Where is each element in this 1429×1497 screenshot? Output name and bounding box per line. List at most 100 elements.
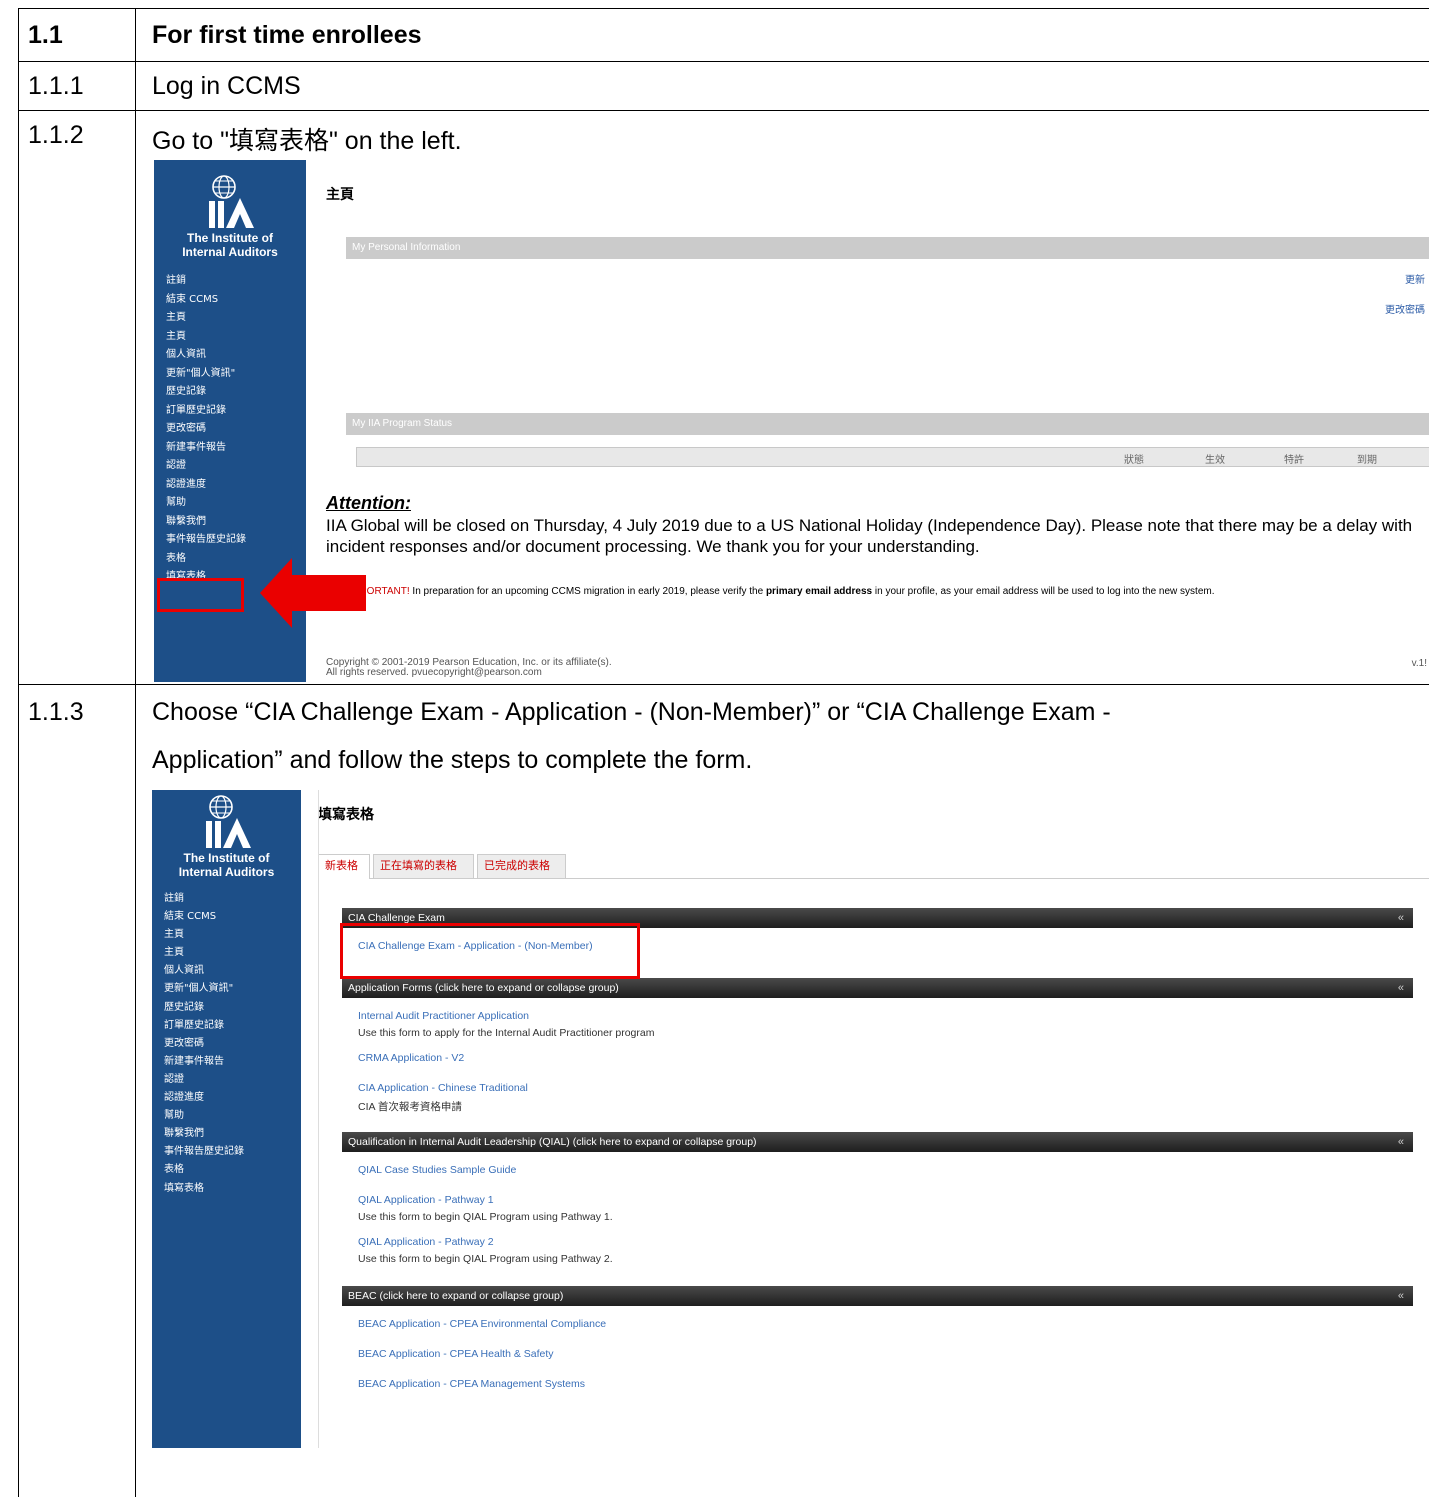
tab-new-forms[interactable]: 新表格 [318,854,370,879]
row-number: 1.1 [28,21,63,49]
personal-info-bar: My Personal Information [346,237,1429,259]
row-text: Choose “CIA Challenge Exam - Application… [152,698,1111,726]
sidebar-item[interactable]: 聯繫我們 [166,513,300,532]
collapse-chevron-icon[interactable]: « [1398,978,1404,998]
change-password-link[interactable]: 更改密碼 [1385,301,1425,316]
group-header[interactable]: BEAC (click here to expand or collapse g… [342,1286,1413,1306]
sidebar-section-header: 表格 [164,1164,184,1176]
logo-line2: Internal Auditors [182,245,278,259]
tab-bar: 新表格 正在填寫的表格 已完成的表格 [318,854,718,879]
iia-logo: The Institute of Internal Auditors [154,174,306,258]
table-border-row2 [18,110,1429,111]
form-link[interactable]: CRMA Application - V2 [358,1052,464,1064]
copyright: Copyright © 2001-2019 Pearson Education,… [326,657,612,678]
sidebar-item[interactable]: 認證進度 [166,476,300,495]
iia-logo: The Institute of Internal Auditors [152,794,301,878]
group-header[interactable]: Application Forms (click here to expand … [342,978,1413,998]
main-content: 主頁 My Personal Information 更新 更改密碼 My II… [306,160,1429,682]
group-header[interactable]: Qualification in Internal Audit Leadersh… [342,1132,1413,1152]
sidebar-item[interactable]: 事件報告歷史記錄 [166,531,300,550]
attention-body: IIA Global will be closed on Thursday, 4… [326,516,1413,556]
screenshot-home: The Institute of Internal Auditors 註銷結束 … [154,160,1429,682]
collapse-chevron-icon[interactable]: « [1398,908,1404,928]
sidebar-item[interactable]: 聯繫我們 [164,1125,295,1143]
sidebar-item[interactable]: 更改密碼 [166,420,300,439]
sidebar-item[interactable]: 事件報告歷史記錄 [164,1143,295,1161]
sidebar-item[interactable]: 更新"個人資訊" [164,980,295,998]
row-text: Application” and follow the steps to com… [152,746,753,774]
attention-title: Attention: [326,493,411,513]
sidebar-item[interactable]: 認證進度 [164,1089,295,1107]
sidebar-item[interactable]: 填寫表格 [164,1180,295,1198]
group-title: Qualification in Internal Audit Leadersh… [348,1136,757,1148]
form-link[interactable]: BEAC Application - CPEA Management Syste… [358,1378,585,1390]
table-border-mid [135,8,136,1497]
sidebar-section-header: 認證 [164,1073,184,1085]
row-number: 1.1.3 [28,698,84,726]
version-label: v.1! [1411,658,1427,669]
sidebar-item[interactable]: 個人資訊 [164,962,295,980]
sidebar-section-header: 註銷 [164,893,184,904]
row-number: 1.1.2 [28,121,84,149]
table-border-row3 [18,684,1429,685]
sidebar-item[interactable]: 個人資訊 [166,346,300,365]
update-profile-link[interactable]: 更新 [1405,271,1425,286]
sidebar-item[interactable]: 訂單歷史記錄 [164,1017,295,1035]
row-text: Go to "填寫表格" on the left. [152,127,462,155]
status-col: 特許 [1284,455,1304,466]
main-content: 填寫表格 新表格 正在填寫的表格 已完成的表格 CIA Challenge Ex… [301,790,1429,1448]
form-link[interactable]: BEAC Application - CPEA Health & Safety [358,1348,554,1360]
form-link[interactable]: CIA Application - Chinese Traditional [358,1082,528,1094]
table-border-row1 [18,61,1429,62]
sidebar-menu: 註銷 結束 CCMS 主頁 主頁 個人資訊 更新"個人資訊" 歷史記錄 訂單歷史記錄 更改密碼新… [166,272,300,587]
form-description: Use this form to begin QIAL Program usin… [358,1211,613,1223]
sidebar-item[interactable]: 結束 CCMS [166,291,300,310]
panel-divider [318,790,319,1448]
status-header: 狀態 生效 特許 到期 [356,447,1429,467]
status-col: 到期 [1357,455,1377,466]
group-title: Application Forms (click here to expand … [348,982,619,994]
screenshot-forms: The Institute of Internal Auditors 註銷結束 … [152,790,1429,1448]
form-link[interactable]: QIAL Case Studies Sample Guide [358,1164,516,1176]
sidebar-item[interactable]: 新建事件報告 [166,439,300,458]
program-status-bar: My IIA Program Status [346,413,1429,435]
sidebar-item[interactable]: 新建事件報告 [164,1053,295,1071]
sidebar: The Institute of Internal Auditors 註銷結束 … [152,790,301,1448]
form-link[interactable]: QIAL Application - Pathway 2 [358,1236,494,1248]
row-heading: For first time enrollees [152,21,422,49]
tab-completed[interactable]: 已完成的表格 [477,854,566,879]
iia-globe-icon [205,795,251,848]
group-title: BEAC (click here to expand or collapse g… [348,1290,564,1302]
red-arrow-icon [260,558,366,628]
page-title: 主頁 [326,187,354,203]
sidebar-item[interactable]: 歷史記錄 [164,999,295,1017]
sidebar-item[interactable]: 訂單歷史記錄 [166,402,300,421]
logo-line1: The Institute of [187,231,273,245]
form-description: Use this form to begin QIAL Program usin… [358,1253,613,1265]
sidebar-item[interactable]: 更新"個人資訊" [166,365,300,384]
sidebar-section-header: 主頁 [166,312,186,323]
highlight-box [157,578,244,612]
table-border-left [18,8,19,1497]
highlight-box [340,923,640,979]
collapse-chevron-icon[interactable]: « [1398,1132,1404,1152]
page-title: 填寫表格 [318,807,374,823]
sidebar-section-header: 幫助 [166,497,186,508]
tab-in-progress[interactable]: 正在填寫的表格 [373,854,474,879]
form-link[interactable]: BEAC Application - CPEA Environmental Co… [358,1318,606,1330]
sidebar-item[interactable]: 主頁 [164,944,295,962]
sidebar-item[interactable]: 主頁 [166,328,300,347]
sidebar-section-header: 認證 [166,460,186,471]
sidebar-item[interactable]: 歷史記錄 [166,383,300,402]
form-link[interactable]: QIAL Application - Pathway 1 [358,1194,494,1206]
form-link[interactable]: Internal Audit Practitioner Application [358,1010,529,1022]
row-text: Log in CCMS [152,72,301,100]
sidebar-section-header: 註銷 [166,275,186,286]
form-description: CIA 首次報考資格申請 [358,1101,462,1113]
logo-line2: Internal Auditors [178,865,275,879]
sidebar-item[interactable]: 結束 CCMS [164,908,295,926]
collapse-chevron-icon[interactable]: « [1398,1286,1404,1306]
sidebar-section-header: 主頁 [164,929,184,941]
logo-line1: The Institute of [183,851,270,865]
sidebar-item[interactable]: 更改密碼 [164,1035,295,1053]
